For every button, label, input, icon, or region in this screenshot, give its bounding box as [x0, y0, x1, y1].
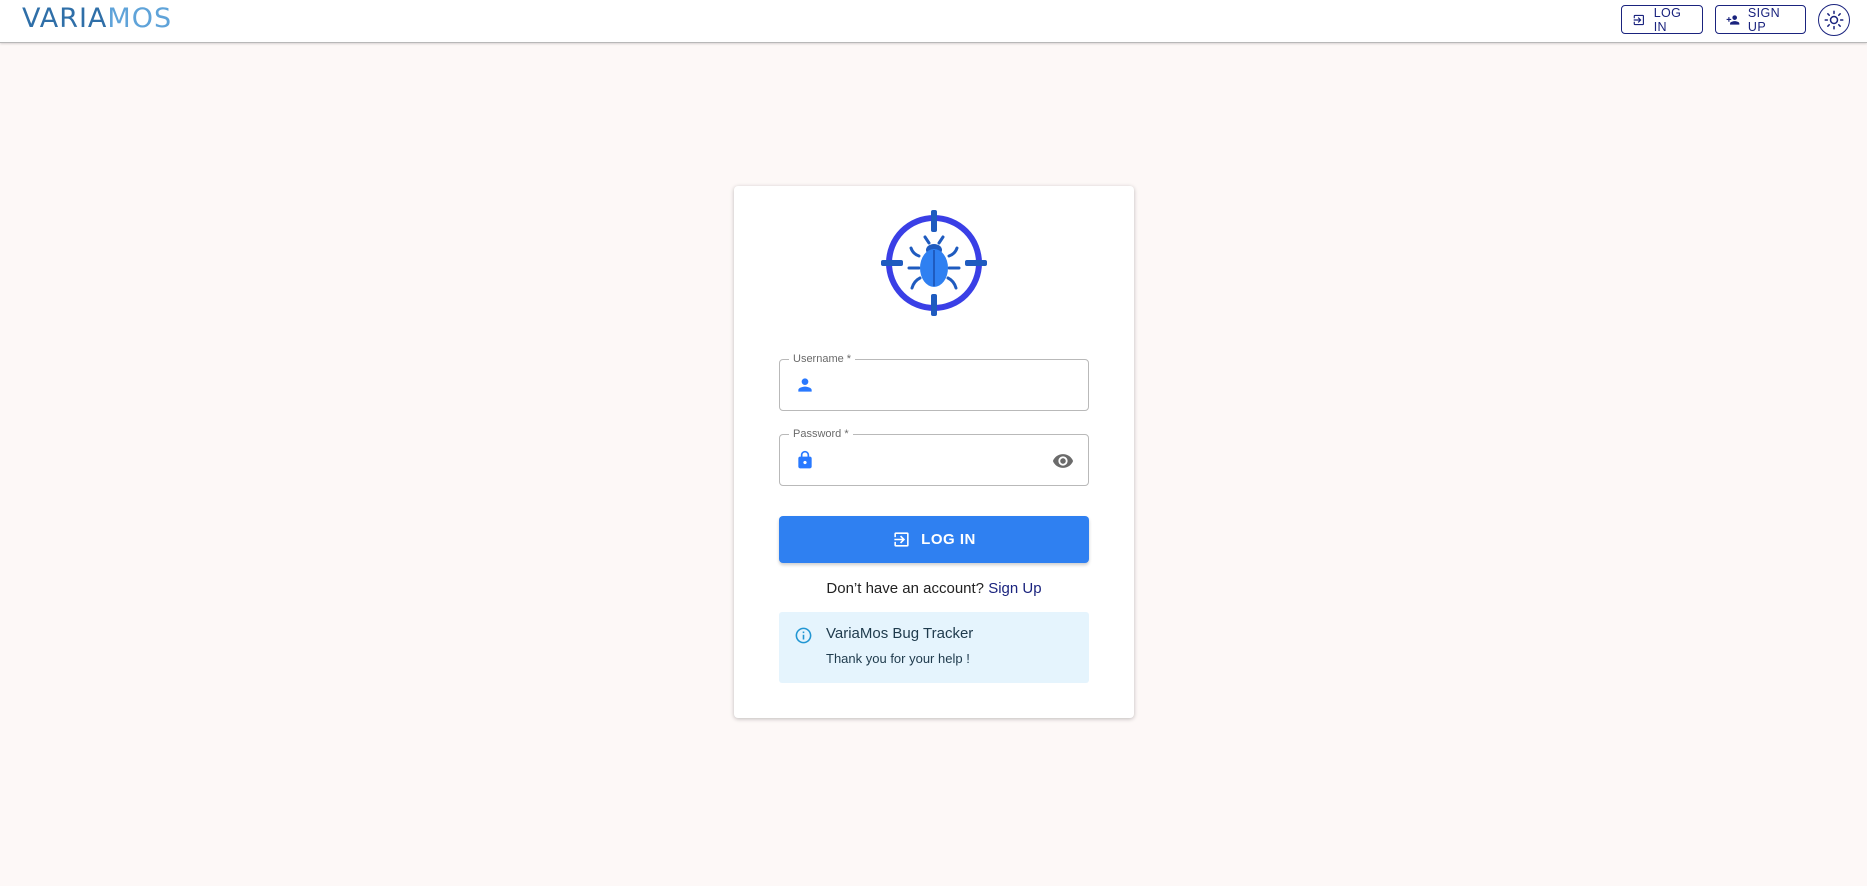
login-button[interactable]: LOG IN [779, 516, 1089, 563]
person-add-icon [1726, 14, 1740, 25]
top-app-bar: VARIAMOS LOG IN SIGN UP [0, 0, 1867, 43]
login-icon [1633, 14, 1644, 25]
login-card: Username * Password * LOG IN Don’t have … [734, 186, 1134, 718]
bug-target-icon [881, 210, 987, 316]
signup-prompt-line: Don’t have an account? Sign Up [734, 580, 1134, 597]
username-field[interactable]: Username * [779, 352, 1089, 411]
eye-icon[interactable] [1052, 450, 1074, 472]
logo-text: VARIAMOS [22, 4, 172, 34]
info-title: VariaMos Bug Tracker [826, 625, 974, 642]
password-field[interactable]: Password * [779, 427, 1089, 486]
info-text: Thank you for your help ! [826, 651, 970, 666]
variamos-logo[interactable]: VARIAMOS [22, 4, 172, 34]
password-input[interactable] [826, 443, 1036, 477]
person-icon [795, 375, 815, 395]
sun-icon [1824, 10, 1844, 30]
theme-toggle-button[interactable] [1818, 4, 1850, 36]
header-login-button[interactable]: LOG IN [1621, 5, 1703, 34]
logo-text-part-2: MOS [107, 3, 173, 34]
info-icon [794, 626, 813, 645]
header-signup-label: SIGN UP [1747, 5, 1781, 34]
password-label: Password * [789, 427, 853, 441]
info-alert: VariaMos Bug Tracker Thank you for your … [779, 612, 1089, 683]
username-label: Username * [789, 352, 856, 366]
header-login-label: LOG IN [1653, 5, 1682, 34]
signup-link[interactable]: Sign Up [988, 580, 1041, 597]
header-signup-button[interactable]: SIGN UP [1715, 5, 1806, 34]
login-icon [894, 532, 909, 547]
logo-text-part-1: VARIA [22, 3, 108, 34]
login-button-label: LOG IN [921, 531, 976, 548]
lock-icon [795, 450, 815, 470]
username-input[interactable] [826, 368, 1036, 402]
signup-prompt-text: Don’t have an account? [826, 580, 985, 597]
